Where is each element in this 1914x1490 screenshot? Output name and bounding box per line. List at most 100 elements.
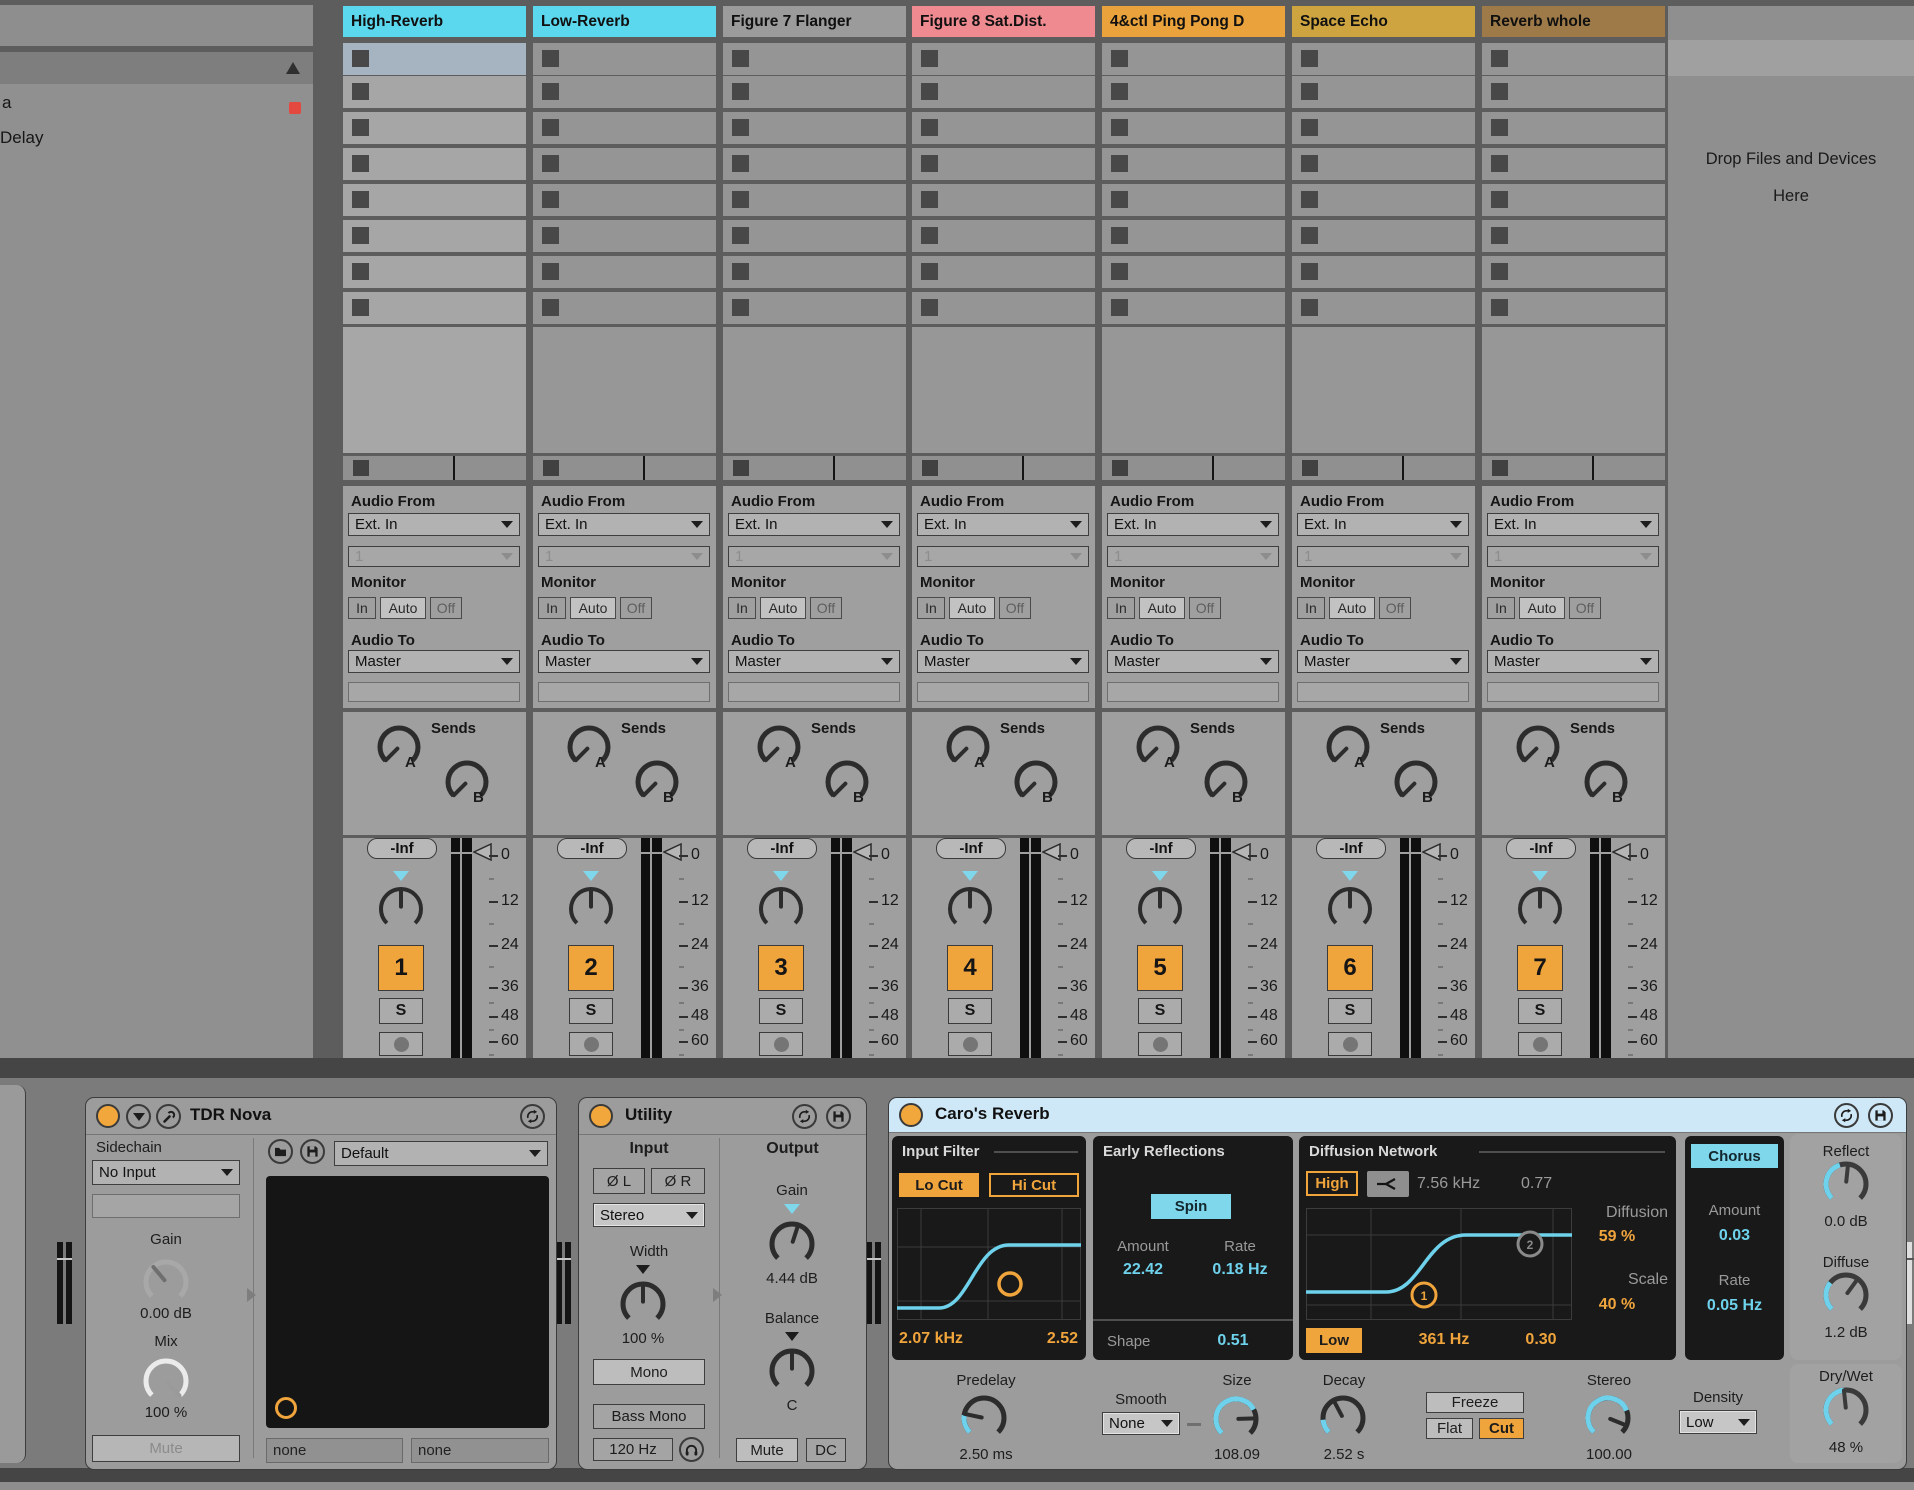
track-activator-button[interactable]: 1 [378,945,424,991]
solo-button[interactable]: S [379,998,423,1024]
stop-clip-button[interactable] [1302,460,1318,476]
decay-value[interactable]: 2.52 s [1311,1446,1377,1463]
track-header[interactable]: Figure 8 Sat.Dist. [912,6,1095,37]
mix-value[interactable]: 100 % [92,1404,240,1421]
clip-slot[interactable] [912,256,1095,288]
device-fold-button[interactable] [126,1104,151,1129]
volume-value[interactable]: -Inf [367,838,437,859]
clip-slot[interactable] [343,220,526,252]
density-dropdown[interactable]: Low [1679,1410,1757,1434]
device-title-bar[interactable]: Utility [579,1098,866,1135]
clip-slot[interactable] [1482,256,1665,288]
pan-knob[interactable] [376,884,426,934]
shape-value[interactable]: 0.51 [1203,1332,1263,1350]
volume-fader-handle[interactable] [473,843,492,861]
output-device-dropdown[interactable]: Master [538,650,710,673]
volume-fader-handle[interactable] [1232,843,1251,861]
clip-slot[interactable] [1102,220,1285,252]
load-preset-button[interactable] [268,1139,293,1164]
output-device-dropdown[interactable]: Master [1487,650,1659,673]
clip-slot[interactable] [1482,292,1665,324]
clip-slot[interactable] [1482,112,1665,144]
clip-slot[interactable] [723,112,906,144]
clip-slot[interactable] [723,292,906,324]
volume-value[interactable]: -Inf [557,838,627,859]
stop-clip-button[interactable] [1112,460,1128,476]
clip-slot[interactable] [912,43,1095,75]
monitor-auto-button[interactable]: Auto [1139,597,1185,619]
solo-button[interactable]: S [1138,998,1182,1024]
solo-button[interactable]: S [948,998,992,1024]
clip-slot[interactable] [1482,184,1665,216]
flat-button[interactable]: Flat [1426,1418,1473,1439]
clip-slot[interactable] [1482,76,1665,108]
clip-slot[interactable] [1292,43,1475,75]
volume-fader-handle[interactable] [663,843,682,861]
monitor-auto-button[interactable]: Auto [1519,597,1565,619]
clip-slot[interactable] [343,148,526,180]
clip-slot[interactable] [723,220,906,252]
clip-slot[interactable] [533,112,716,144]
clip-slot[interactable] [343,184,526,216]
output-device-dropdown[interactable]: Master [917,650,1089,673]
hot-swap-button[interactable] [520,1104,545,1129]
hot-swap-button[interactable] [1834,1103,1859,1128]
output-device-dropdown[interactable]: Master [348,650,520,673]
monitor-off-button[interactable]: Off [620,597,652,619]
bass-mono-audition-button[interactable] [679,1437,704,1462]
stereo-value[interactable]: 100.00 [1574,1446,1644,1463]
freeze-button[interactable]: Freeze [1426,1392,1524,1413]
width-value[interactable]: 100 % [579,1330,707,1347]
volume-value[interactable]: -Inf [1316,838,1386,859]
arm-button[interactable] [1518,1032,1562,1056]
output-channel-box[interactable] [348,682,520,702]
browser-item[interactable]: Delay [0,128,43,148]
cut-button[interactable]: Cut [1479,1418,1524,1439]
browser-header[interactable] [0,52,313,84]
clip-slot[interactable] [1482,220,1665,252]
output-channel-box[interactable] [1107,682,1279,702]
reflect-value[interactable]: 0.0 dB [1790,1213,1902,1230]
clip-slot[interactable] [343,112,526,144]
clip-slot[interactable] [912,184,1095,216]
send-a-knob[interactable] [1133,722,1183,772]
monitor-off-button[interactable]: Off [1189,597,1221,619]
plugin-node-icon[interactable] [275,1397,297,1419]
clip-slot[interactable] [912,148,1095,180]
output-device-dropdown[interactable]: Master [1297,650,1469,673]
decay-knob[interactable] [1317,1392,1369,1444]
clip-slot[interactable] [1482,43,1665,75]
gain-knob[interactable] [766,1218,818,1270]
hot-swap-button[interactable] [792,1104,817,1129]
input-device-dropdown[interactable]: Ext. In [348,513,520,536]
predelay-value[interactable]: 2.50 ms [934,1446,1038,1463]
input-device-dropdown[interactable]: Ext. In [538,513,710,536]
spin-amount-value[interactable]: 22.42 [1097,1261,1189,1279]
save-preset-button[interactable] [300,1139,325,1164]
smooth-dropdown[interactable]: None [1102,1412,1180,1435]
clip-slot[interactable] [1102,43,1285,75]
track-activator-button[interactable]: 2 [568,945,614,991]
send-b-knob[interactable] [1201,757,1251,807]
output-channel-box[interactable] [917,682,1089,702]
output-channel-box[interactable] [1297,682,1469,702]
solo-button[interactable]: S [569,998,613,1024]
send-a-knob[interactable] [1323,722,1373,772]
track-header[interactable]: Low-Reverb [533,6,716,37]
clip-slot[interactable] [1102,148,1285,180]
monitor-off-button[interactable]: Off [999,597,1031,619]
balance-value[interactable]: C [725,1397,859,1414]
track-activator-button[interactable]: 5 [1137,945,1183,991]
input-device-dropdown[interactable]: Ext. In [917,513,1089,536]
bass-mono-freq[interactable]: 120 Hz [593,1438,673,1461]
device-chain-scrollbar[interactable] [0,1482,1914,1490]
filter-handle-icon[interactable] [999,1273,1021,1295]
high-shelf-gain[interactable]: 0.77 [1521,1175,1552,1193]
input-channel-dropdown[interactable]: 1 [348,546,520,567]
solo-button[interactable]: S [759,998,803,1024]
input-filter-graph[interactable] [897,1208,1081,1320]
size-value[interactable]: 108.09 [1202,1446,1272,1463]
diffusion-graph[interactable]: 1 2 [1306,1208,1572,1320]
send-b-knob[interactable] [1391,757,1441,807]
clip-slot[interactable] [723,43,906,75]
